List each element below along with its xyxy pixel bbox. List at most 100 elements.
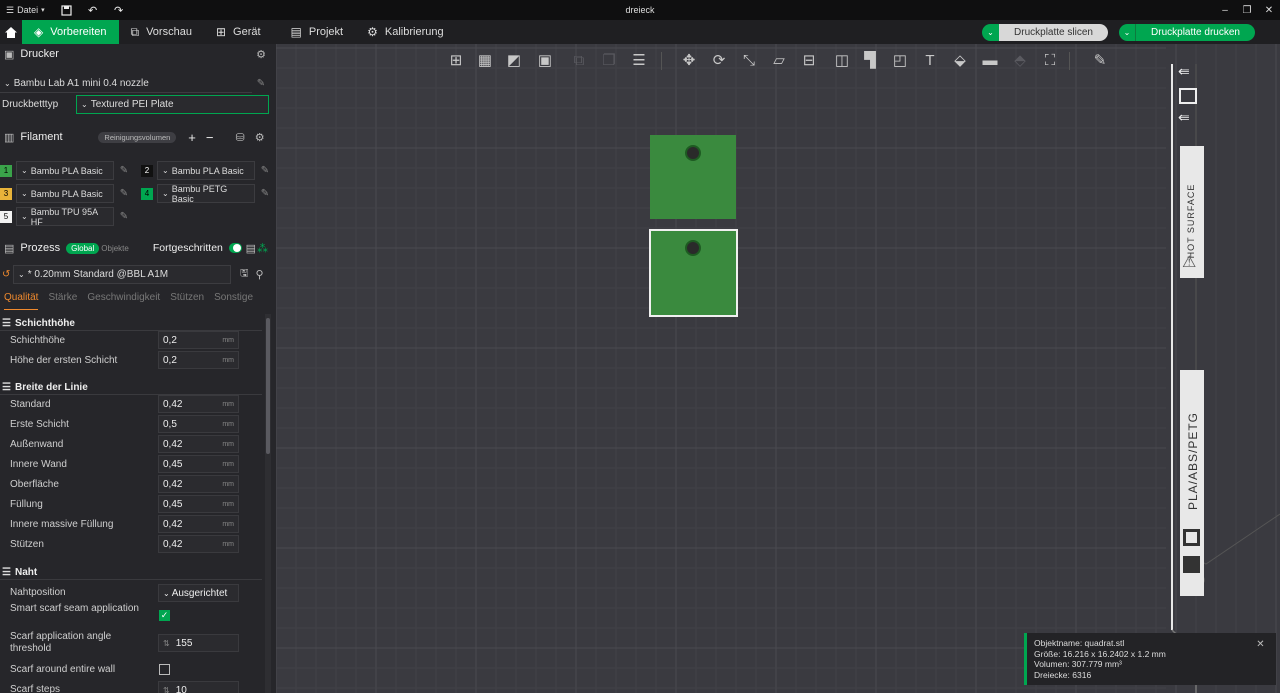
param-input[interactable]: 0,42 mm: [158, 515, 239, 533]
filament-slot[interactable]: 2 ⌄ Bambu PLA Basic ✎: [141, 161, 271, 180]
edit-icon[interactable]: ✎: [118, 188, 130, 200]
filament-slot[interactable]: 3 ⌄ Bambu PLA Basic ✎: [0, 184, 130, 203]
minimize-icon[interactable]: –: [1214, 0, 1236, 20]
assembly-icon[interactable]: ⬘: [1008, 48, 1032, 72]
chevron-down-icon[interactable]: ⌄: [982, 24, 999, 41]
bounding-box-icon[interactable]: ⛶: [1038, 48, 1062, 72]
close-icon[interactable]: ✕: [1258, 0, 1280, 20]
subtab-4[interactable]: Sonstige: [214, 292, 253, 310]
filament-select[interactable]: ⌄ Bambu PLA Basic: [16, 184, 114, 203]
save-preset-icon[interactable]: 🖫: [240, 266, 249, 283]
spin-icon[interactable]: ⇅: [163, 686, 170, 693]
param-input[interactable]: 0,42 mm: [158, 475, 239, 493]
split-icon[interactable]: ⊟: [797, 48, 821, 72]
param-input[interactable]: 0,2 mm: [158, 331, 239, 349]
lay-flat-icon[interactable]: ▱: [767, 48, 791, 72]
global-toggle[interactable]: Global: [66, 242, 100, 254]
close-icon[interactable]: ✕: [1253, 638, 1268, 653]
settings-icon[interactable]: ✎: [1088, 48, 1112, 72]
filament-select[interactable]: ⌄ Bambu PLA Basic: [16, 161, 114, 180]
filament-color-swatch[interactable]: 1: [0, 164, 12, 177]
home-icon[interactable]: [0, 20, 22, 44]
filament-slot[interactable]: 1 ⌄ Bambu PLA Basic ✎: [0, 161, 130, 180]
tab-device[interactable]: ⊞ Gerät: [204, 20, 273, 44]
chevron-down-icon[interactable]: ⌄: [1119, 24, 1136, 41]
settings-gear-icon[interactable]: ⚙: [256, 48, 266, 61]
purge-volume-button[interactable]: Reinigungsvolumen: [98, 131, 177, 143]
cut-icon[interactable]: ◰: [888, 48, 912, 72]
sync-icon[interactable]: ⛁: [235, 131, 244, 144]
object-upper[interactable]: [650, 135, 736, 219]
support-paint-icon[interactable]: ◫: [830, 48, 854, 72]
filament-select[interactable]: ⌄ Bambu PLA Basic: [157, 161, 255, 180]
filament-color-swatch[interactable]: 5: [0, 210, 12, 223]
compare-icon[interactable]: ▤: [246, 242, 256, 255]
param-input[interactable]: 0,42 mm: [158, 435, 239, 453]
grid-icon[interactable]: ▦: [473, 48, 497, 72]
scarf-seam-checkbox[interactable]: ✓: [159, 610, 170, 621]
subtab-1[interactable]: Stärke: [48, 292, 77, 310]
tab-preview[interactable]: ⧉ Vorschau: [119, 20, 204, 44]
filament-color-swatch[interactable]: 3: [0, 187, 12, 200]
tab-project[interactable]: ▤ Projekt: [279, 20, 356, 44]
reset-icon[interactable]: ↺: [0, 269, 13, 280]
file-menu[interactable]: ☰ Datei ▾: [0, 0, 51, 20]
save-icon[interactable]: [57, 0, 77, 20]
scale-icon[interactable]: ⤡: [737, 48, 761, 72]
undo-icon[interactable]: ↶: [83, 0, 103, 20]
object-selected[interactable]: [649, 229, 738, 317]
seam-paint-icon[interactable]: ▜: [858, 48, 882, 72]
scarf-around-checkbox[interactable]: [159, 664, 170, 675]
edit-icon[interactable]: ✎: [118, 211, 130, 223]
plate-icon[interactable]: ▣: [533, 48, 557, 72]
3d-viewport[interactable]: ⊞ ▦ ◩ ▣ ⧉ ❐ ☰ ✥ ⟳ ⤡ ▱ ⊟ ◫ ▜ ◰ T ⬙ ▬ ⬘ ⛶ ✎ ⇚ ⇚ HOT SURFACE ⚠ …: [276, 44, 1280, 693]
filament-color-swatch[interactable]: 4: [141, 187, 153, 200]
slice-plate-button[interactable]: ⌄ Druckplatte slicen: [982, 24, 1108, 41]
tab-prepare[interactable]: ◈ Vorbereiten: [22, 20, 119, 44]
add-object-icon[interactable]: ⊞: [444, 48, 468, 72]
param-input[interactable]: 0,42 mm: [158, 395, 239, 413]
subtab-2[interactable]: Geschwindigkeit: [87, 292, 160, 310]
tab-calibration[interactable]: ⚙ Kalibrierung: [355, 20, 455, 44]
bed-type-select[interactable]: ⌄ Textured PEI Plate: [76, 95, 269, 114]
param-input[interactable]: 0,42 mm: [158, 535, 239, 553]
filament-select[interactable]: ⌄ Bambu TPU 95A HF: [16, 207, 114, 227]
advanced-toggle[interactable]: [228, 243, 242, 253]
scrollbar-thumb[interactable]: [266, 318, 270, 454]
sidebar-scrollbar[interactable]: [265, 314, 271, 693]
text-icon[interactable]: T: [918, 48, 942, 72]
redo-icon[interactable]: ↷: [109, 0, 129, 20]
rotate-icon[interactable]: ⟳: [707, 48, 731, 72]
filament-slot[interactable]: 5 ⌄ Bambu TPU 95A HF ✎: [0, 207, 130, 227]
param-input[interactable]: 0,5 mm: [158, 415, 239, 433]
param-input[interactable]: 0,45 mm: [158, 495, 239, 513]
tree-icon[interactable]: ⁂: [257, 242, 268, 255]
spin-icon[interactable]: ⇅: [163, 639, 170, 648]
filament-select[interactable]: ⌄ Bambu PETG Basic: [157, 184, 255, 204]
add-icon[interactable]: +: [188, 130, 196, 145]
edit-icon[interactable]: ✎: [259, 165, 271, 177]
edit-icon[interactable]: ✎: [118, 165, 130, 177]
restore-icon[interactable]: ❐: [1236, 0, 1258, 20]
paste-icon[interactable]: ❐: [597, 48, 621, 72]
filament-slot[interactable]: 4 ⌄ Bambu PETG Basic ✎: [141, 184, 271, 204]
subtab-0[interactable]: Qualität: [4, 292, 39, 310]
copy-icon[interactable]: ⧉: [567, 48, 591, 72]
color-paint-icon[interactable]: ⬙: [948, 48, 972, 72]
param-input[interactable]: 0,45 mm: [158, 455, 239, 473]
list-icon[interactable]: ☰: [627, 48, 651, 72]
edit-icon[interactable]: ✎: [255, 78, 267, 90]
edit-icon[interactable]: ✎: [259, 188, 271, 200]
subtab-3[interactable]: Stützen: [170, 292, 204, 310]
measure-icon[interactable]: ▬: [978, 48, 1002, 72]
settings-gear-icon[interactable]: ⚙: [255, 131, 265, 144]
move-icon[interactable]: ✥: [677, 48, 701, 72]
search-icon[interactable]: ⚲: [256, 268, 264, 281]
scarf-angle-input[interactable]: ⇅ 155: [158, 634, 239, 652]
auto-orient-icon[interactable]: ◩: [502, 48, 526, 72]
scarf-steps-input[interactable]: ⇅ 10: [158, 681, 239, 693]
process-preset-select[interactable]: ⌄ * 0.20mm Standard @BBL A1M: [13, 265, 231, 284]
param-input[interactable]: 0,2 mm: [158, 351, 239, 369]
remove-icon[interactable]: −: [206, 130, 214, 145]
printer-select[interactable]: ⌄ Bambu Lab A1 mini 0.4 nozzle: [0, 74, 252, 93]
